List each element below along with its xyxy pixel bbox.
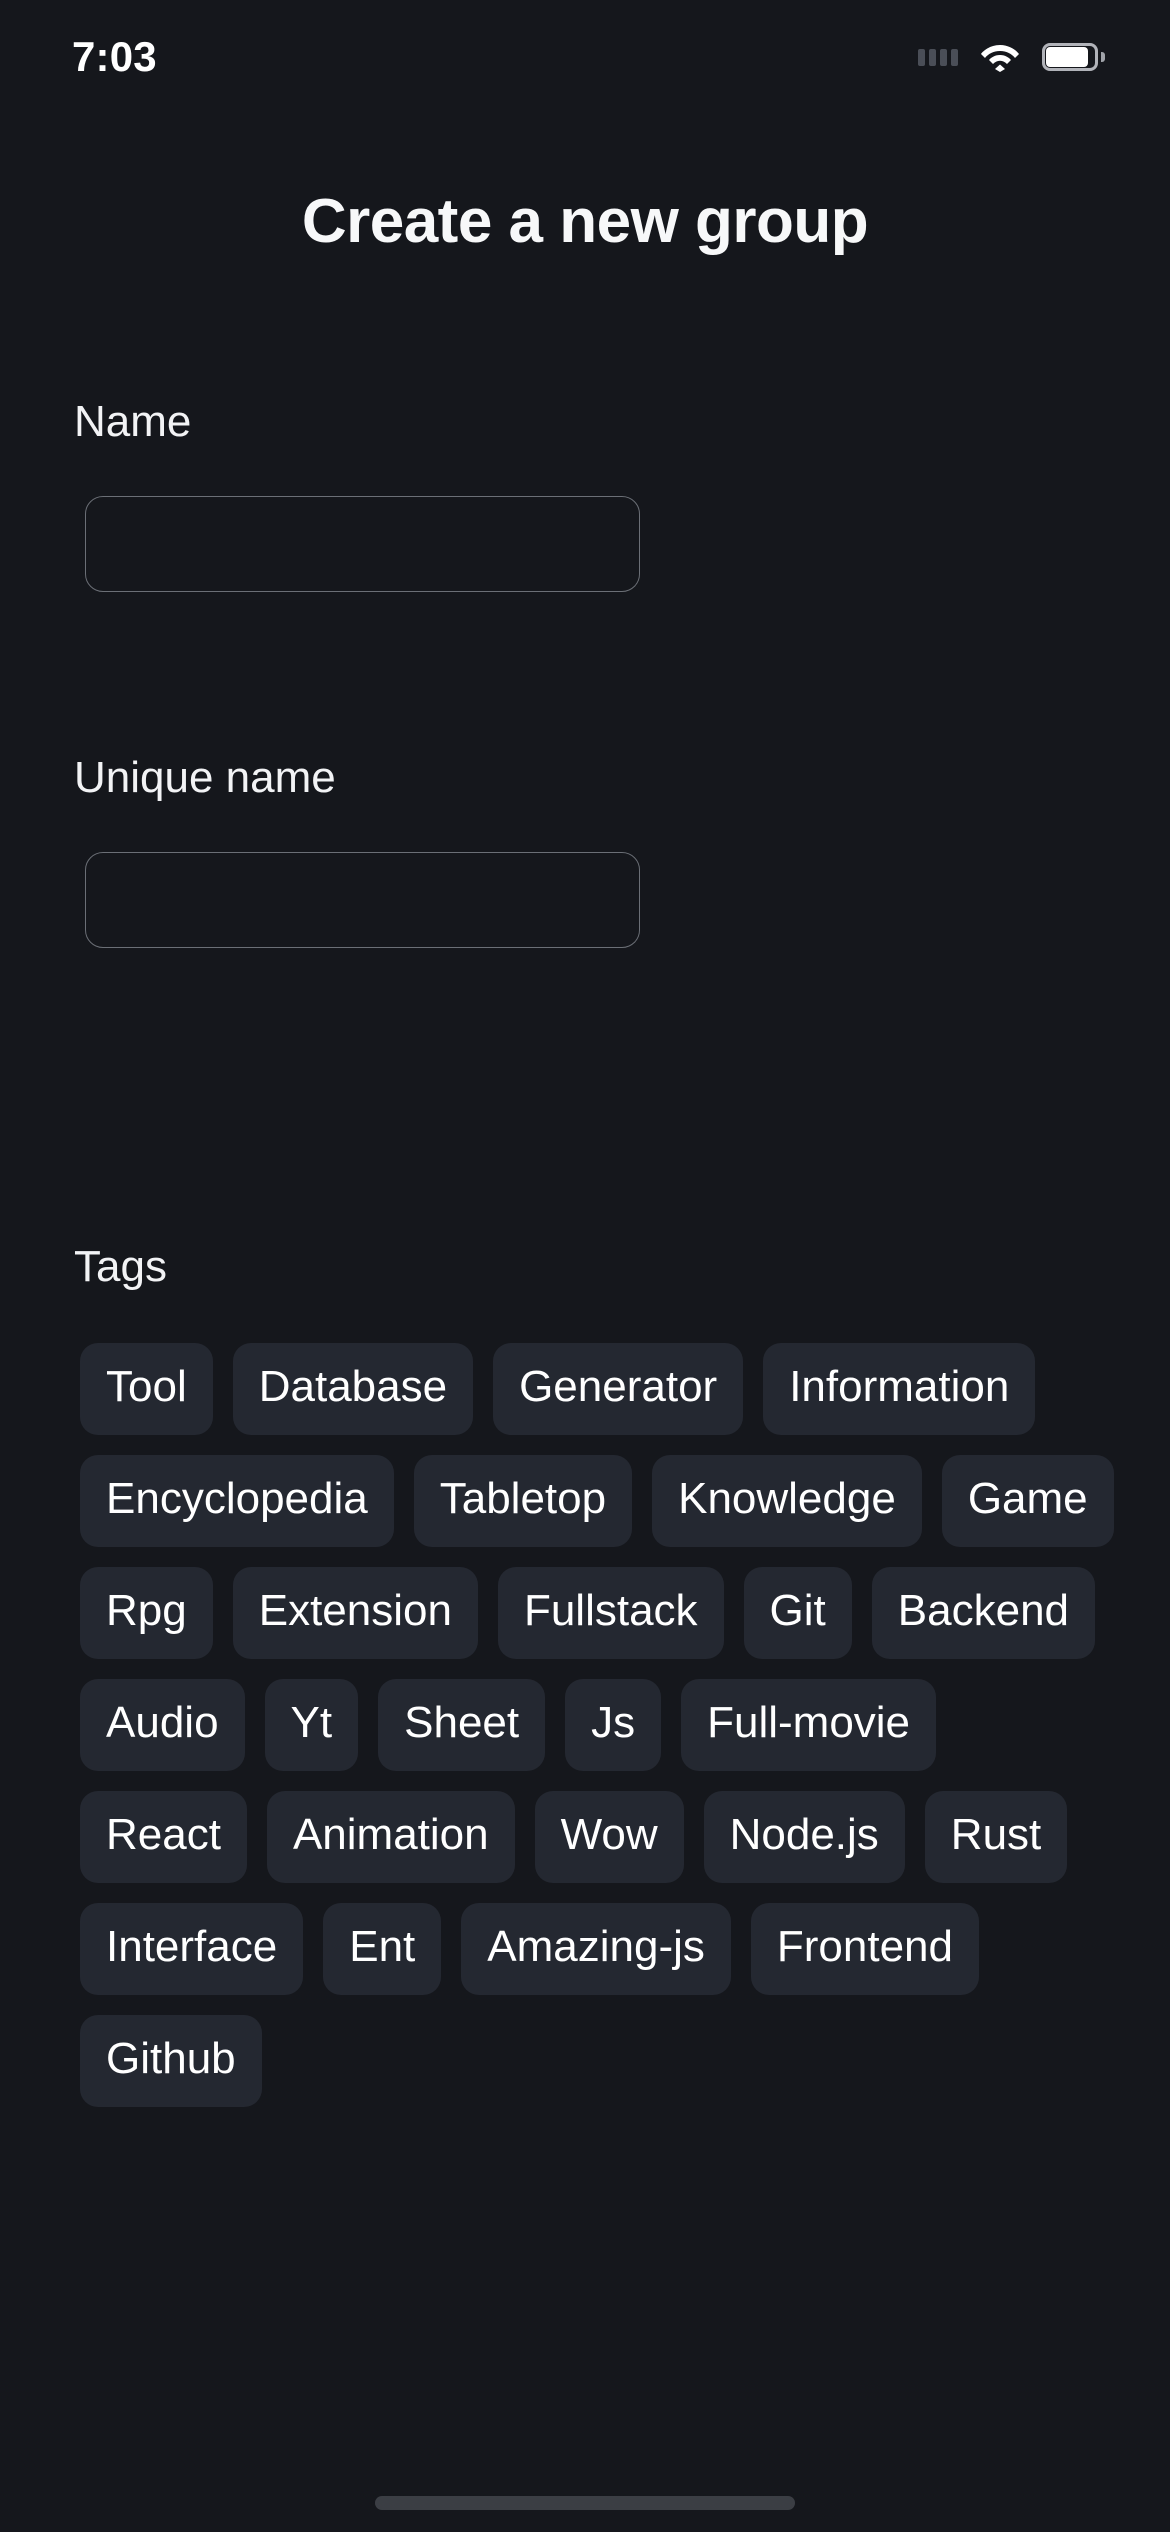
tag-chip[interactable]: Wow [534,1791,684,1883]
status-bar: 7:03 [0,0,1170,110]
wifi-icon [980,42,1020,72]
tags-label: Tags [74,1242,167,1291]
tag-chip[interactable]: Generator [493,1343,744,1435]
app-screen: 7:03 Create a new group Name Unique name… [0,0,1170,2532]
tag-chip[interactable]: Encyclopedia [80,1455,394,1547]
unique-name-input[interactable] [85,852,640,948]
tag-chip[interactable]: Tabletop [413,1455,633,1547]
tag-chip[interactable]: Sheet [378,1679,546,1771]
name-input[interactable] [85,496,640,592]
tag-chip[interactable]: Database [232,1343,474,1435]
tag-chip[interactable]: Interface [80,1903,304,1995]
tag-chip[interactable]: Js [565,1679,662,1771]
tag-chip[interactable]: Node.js [703,1791,905,1883]
tag-chip[interactable]: Extension [232,1567,478,1659]
tag-chip[interactable]: Git [743,1567,852,1659]
tags-section: Tags Tool Database Generator Information Enc… [0,1245,1170,2107]
name-field-label: Name [74,397,192,446]
home-indicator[interactable] [375,2496,795,2510]
unique-name-field-group: Unique name [0,756,1170,948]
tag-chip[interactable]: Backend [871,1567,1096,1659]
tags-list: Tool Database Generator Information Encyclop… [0,1343,1170,2107]
cellular-dots-icon [918,48,958,66]
name-field-group: Name [0,400,1170,592]
tag-chip[interactable]: Game [941,1455,1114,1547]
tag-chip[interactable]: Ent [323,1903,442,1995]
tag-chip[interactable]: React [80,1791,247,1883]
create-group-form: Name Unique name [0,400,1170,948]
unique-name-field-label: Unique name [74,753,336,802]
tag-chip[interactable]: Knowledge [652,1455,922,1547]
tag-chip[interactable]: Animation [266,1791,515,1883]
tag-chip[interactable]: Full-movie [681,1679,937,1771]
tag-chip[interactable]: Amazing-js [461,1903,731,1995]
tag-chip[interactable]: Rust [924,1791,1068,1883]
tag-chip[interactable]: Github [80,2015,262,2107]
page-title: Create a new group [301,187,869,256]
battery-full-icon [1042,43,1105,71]
tag-chip[interactable]: Tool [80,1343,213,1435]
tag-chip[interactable]: Rpg [80,1567,213,1659]
tag-chip[interactable]: Information [763,1343,1036,1435]
tag-chip[interactable]: Yt [264,1679,359,1771]
status-bar-time: 7:03 [72,33,157,80]
tag-chip[interactable]: Frontend [750,1903,979,1995]
status-bar-indicators [918,38,1105,72]
tag-chip[interactable]: Fullstack [497,1567,724,1659]
tag-chip[interactable]: Audio [80,1679,245,1771]
